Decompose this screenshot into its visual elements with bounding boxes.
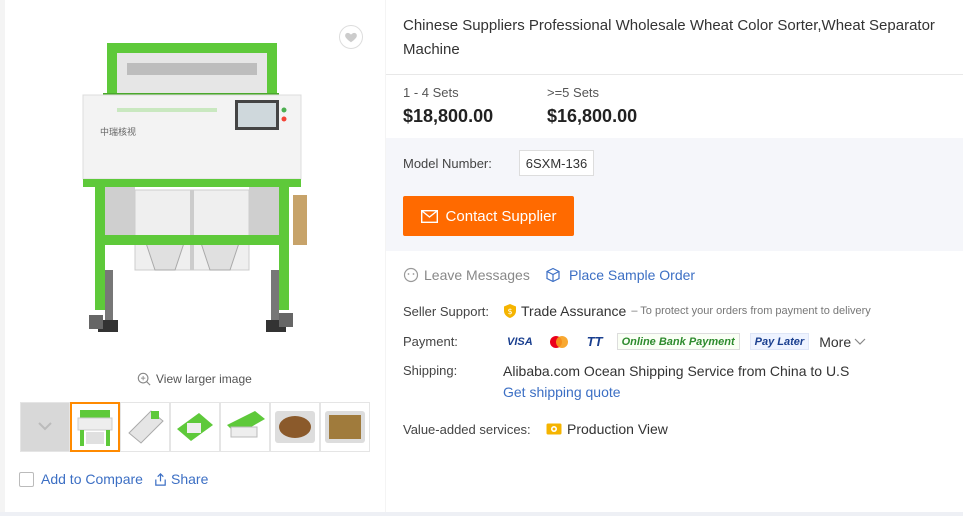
shipping-text: Alibaba.com Ocean Shipping Service from … <box>503 363 850 379</box>
main-product-image[interactable]: 中瑞核视 <box>65 35 315 345</box>
price-tier-qty: 1 - 4 Sets <box>403 85 459 100</box>
model-number-label: Model Number: <box>403 156 492 171</box>
price-tier-price: $18,800.00 <box>403 106 494 126</box>
add-compare-label[interactable]: Add to Compare <box>41 471 143 487</box>
compare-checkbox[interactable] <box>19 471 34 487</box>
chat-face-icon <box>403 267 419 283</box>
bottom-border <box>0 512 963 516</box>
chevron-down-icon <box>854 338 866 345</box>
thumbnail-6[interactable] <box>320 402 370 452</box>
brand-text: 中瑞核视 <box>100 126 136 138</box>
thumbnail-4[interactable] <box>220 402 270 452</box>
box-icon <box>546 267 560 283</box>
payment-label: Payment: <box>403 334 458 349</box>
visa-icon: VISA <box>507 335 533 348</box>
heart-icon <box>345 32 357 43</box>
contact-supplier-button[interactable]: Contact Supplier <box>403 196 574 236</box>
seller-support-row: Seller Support: $ Trade Assurance – To p… <box>403 303 871 319</box>
trade-assurance-note: – To protect your orders from payment to… <box>631 305 871 317</box>
model-number-value: 6SXM-136 <box>519 150 594 176</box>
payment-row: Payment: VISA TT Online Bank Payment Pay… <box>403 333 866 350</box>
leave-messages-label: Leave Messages <box>424 267 530 283</box>
thumbnail-2[interactable] <box>120 402 170 452</box>
shipping-row: Shipping: Alibaba.com Ocean Shipping Ser… <box>403 363 849 400</box>
pay-later-icon: Pay Later <box>749 333 810 350</box>
price-tier-2: >=5 Sets $16,800.00 <box>547 85 637 127</box>
tt-icon: TT <box>586 334 603 349</box>
zoom-in-icon <box>137 372 151 386</box>
svg-text:$: $ <box>507 307 512 316</box>
leave-messages-link[interactable]: Leave Messages <box>403 267 530 283</box>
share-label: Share <box>171 471 209 487</box>
price-tier-qty: >=5 Sets <box>547 85 600 100</box>
product-page: 中瑞核视 View larger image Add to Compare Sh… <box>0 0 963 516</box>
favorite-button[interactable] <box>339 25 363 49</box>
share-button[interactable]: Share <box>153 471 208 487</box>
chevron-down-icon <box>38 422 52 431</box>
price-tier-price: $16,800.00 <box>547 106 638 126</box>
payment-more-button[interactable]: More <box>819 334 866 350</box>
thumbnail-strip <box>20 402 370 454</box>
production-view-label[interactable]: Production View <box>567 421 668 437</box>
divider <box>386 74 963 75</box>
production-view-icon <box>546 423 562 435</box>
thumbnail-1[interactable] <box>70 402 120 452</box>
payment-more-label: More <box>819 333 852 350</box>
product-details: Chinese Suppliers Professional Wholesale… <box>386 0 963 512</box>
share-icon <box>155 472 166 486</box>
trade-assurance-shield-icon: $ <box>504 304 516 318</box>
contact-supplier-label: Contact Supplier <box>445 207 557 225</box>
seller-support-label: Seller Support: <box>403 303 489 319</box>
trade-assurance-label[interactable]: Trade Assurance <box>521 303 626 319</box>
product-title: Chinese Suppliers Professional Wholesale… <box>403 17 935 58</box>
view-larger-label: View larger image <box>156 372 252 386</box>
online-bank-payment-icon: Online Bank Payment <box>616 333 740 350</box>
thumbnail-3[interactable] <box>170 402 220 452</box>
thumbnail-5[interactable] <box>270 402 320 452</box>
thumbnail-prev[interactable] <box>20 402 70 452</box>
value-added-row: Value-added services: Production View <box>403 421 668 437</box>
image-gallery: 中瑞核视 View larger image Add to Compare Sh… <box>5 0 385 512</box>
add-to-compare[interactable]: Add to Compare <box>19 471 143 487</box>
price-tier-1: 1 - 4 Sets $18,800.00 <box>403 85 493 127</box>
mail-icon <box>420 209 438 223</box>
mastercard-icon <box>547 333 571 350</box>
shipping-label: Shipping: <box>403 363 458 378</box>
get-shipping-quote-link[interactable]: Get shipping quote <box>503 384 849 400</box>
place-sample-label: Place Sample Order <box>569 267 696 283</box>
place-sample-order-link[interactable]: Place Sample Order <box>545 267 695 283</box>
view-larger-link[interactable]: View larger image <box>137 372 252 386</box>
value-added-label: Value-added services: <box>403 421 531 437</box>
